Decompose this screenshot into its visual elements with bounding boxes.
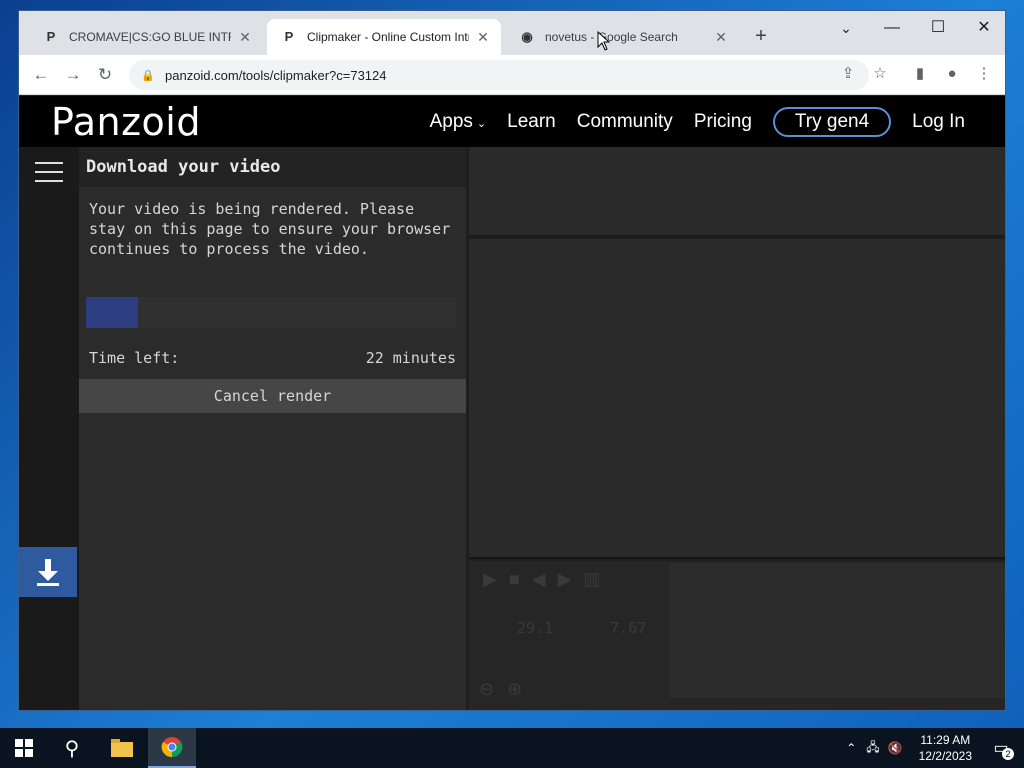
mouse-cursor-icon <box>597 31 611 51</box>
zoom-in-icon[interactable]: ⊕ <box>507 679 522 699</box>
nav-learn[interactable]: Learn <box>507 111 556 133</box>
tab-title: CROMAVE|CS:GO BLUE INTRO TI <box>69 30 231 44</box>
close-tab-icon[interactable]: ✕ <box>237 29 253 46</box>
panzoid-favicon-icon: P <box>284 29 294 44</box>
time-left-value: 22 minutes <box>365 349 456 367</box>
reload-button[interactable]: ↻ <box>93 63 117 87</box>
timeline-track[interactable] <box>669 563 1005 698</box>
download-panel: Download your video Your video is being … <box>79 147 466 710</box>
panzoid-logo[interactable]: Panzoid <box>51 100 201 144</box>
notification-count: 2 <box>1002 748 1014 760</box>
volume-icon[interactable]: ▥ <box>583 569 600 590</box>
try-gen4-button[interactable]: Try gen4 <box>772 106 892 137</box>
timeline-panel: ▶ ■ ◀ ▶ ▥ 29.1 7.67 ⊖ ⊕ <box>469 561 1005 710</box>
chevron-up-icon[interactable]: ⌃ <box>846 741 856 755</box>
total-time: 7.67 <box>610 619 647 637</box>
step-back-icon[interactable]: ◀ <box>532 569 546 590</box>
nav-pricing[interactable]: Pricing <box>694 111 752 133</box>
google-favicon-icon: ◉ <box>521 29 533 44</box>
stop-icon[interactable]: ■ <box>509 569 520 590</box>
url-text[interactable]: panzoid.com/tools/clipmaker?c=73124 <box>165 68 387 83</box>
nav-apps-label: Apps <box>429 110 473 132</box>
clipmaker-app: Download your video Your video is being … <box>19 147 1005 710</box>
tab-title: Clipmaker - Online Custom Intro <box>307 30 469 44</box>
tab-strip: P CROMAVE|CS:GO BLUE INTRO TI ✕ P Clipma… <box>19 11 1005 55</box>
windows-taskbar: ⚲ ⌃ 🖧 🔇 11:29 AM 12/2/2023 ▭ 2 <box>0 728 1024 768</box>
lock-icon[interactable]: 🔒 <box>141 69 155 82</box>
preview-header <box>469 147 1005 237</box>
render-progress-bar <box>86 297 456 328</box>
notifications-button[interactable]: ▭ 2 <box>986 734 1016 762</box>
file-explorer-icon[interactable] <box>98 728 146 768</box>
start-button[interactable] <box>0 728 48 768</box>
star-icon[interactable]: ☆ <box>869 63 891 85</box>
cancel-render-button[interactable]: Cancel render <box>79 379 466 413</box>
panzoid-favicon-icon: P <box>46 29 56 44</box>
step-forward-icon[interactable]: ▶ <box>558 569 572 590</box>
browser-window: P CROMAVE|CS:GO BLUE INTRO TI ✕ P Clipma… <box>18 10 1006 711</box>
play-icon[interactable]: ▶ <box>483 569 497 590</box>
login-link[interactable]: Log In <box>912 111 965 133</box>
close-tab-icon[interactable]: ✕ <box>475 29 491 46</box>
download-tab-button[interactable] <box>19 547 77 597</box>
download-icon <box>37 559 59 586</box>
tab-title: novetus - Google Search <box>545 30 678 44</box>
main-nav: Apps ⌄ Learn Community Pricing Try gen4 L… <box>430 96 1005 147</box>
new-tab-button[interactable]: + <box>749 25 773 49</box>
timeline-times: 29.1 7.67 <box>517 619 694 637</box>
nav-apps[interactable]: Apps ⌄ <box>430 111 487 133</box>
nav-community[interactable]: Community <box>577 111 673 133</box>
chevron-down-icon: ⌄ <box>476 117 487 130</box>
clock[interactable]: 11:29 AM 12/2/2023 <box>919 732 972 764</box>
volume-muted-icon[interactable]: 🔇 <box>888 741 903 755</box>
time-left-label: Time left: <box>89 349 180 367</box>
forward-button[interactable]: → <box>61 63 85 87</box>
hamburger-menu-icon[interactable] <box>35 162 63 182</box>
chrome-taskbar-icon[interactable] <box>148 728 196 768</box>
close-tab-icon[interactable]: ✕ <box>713 29 729 46</box>
tab-clipmaker[interactable]: P Clipmaker - Online Custom Intro ✕ <box>267 19 501 55</box>
address-bar[interactable]: 🔒 panzoid.com/tools/clipmaker?c=73124 <box>129 60 869 90</box>
panel-title: Download your video <box>79 147 466 187</box>
playback-controls: ▶ ■ ◀ ▶ ▥ <box>483 569 612 590</box>
share-icon[interactable]: ⇪ <box>837 63 859 85</box>
zoom-controls: ⊖ ⊕ <box>479 679 530 700</box>
system-tray: ⌃ 🖧 🔇 11:29 AM 12/2/2023 ▭ 2 <box>846 728 1024 768</box>
render-message: Your video is being rendered. Please sta… <box>89 200 451 258</box>
maximize-button[interactable]: ☐ <box>915 15 961 43</box>
video-preview <box>469 239 1005 559</box>
windows-logo-icon <box>15 739 33 757</box>
network-icon[interactable]: 🖧 <box>866 738 879 759</box>
menu-icon[interactable]: ⋮ <box>973 63 995 85</box>
left-rail <box>19 147 79 710</box>
minimize-button[interactable]: — <box>869 15 915 43</box>
clock-time: 11:29 AM <box>920 733 971 747</box>
profile-icon[interactable]: ● <box>941 63 963 85</box>
back-button[interactable]: ← <box>29 63 53 87</box>
site-header: Panzoid Apps ⌄ Learn Community Pricing Tr… <box>19 96 1005 147</box>
time-left-row: Time left: 22 minutes <box>89 349 456 367</box>
render-progress-fill <box>86 297 138 328</box>
browser-toolbar: ← → ↻ 🔒 panzoid.com/tools/clipmaker?c=73… <box>19 55 1005 95</box>
search-icon[interactable]: ⚲ <box>48 728 96 768</box>
tab-google-search[interactable]: ◉ novetus - Google Search ✕ <box>505 19 739 55</box>
sidepanel-icon[interactable]: ▮ <box>909 63 931 85</box>
tab-search-button[interactable]: ⌄ <box>823 15 869 43</box>
close-window-button[interactable]: ✕ <box>961 15 1005 43</box>
zoom-out-icon[interactable]: ⊖ <box>479 679 494 699</box>
current-time: 29.1 <box>517 619 554 637</box>
tab-cromave[interactable]: P CROMAVE|CS:GO BLUE INTRO TI ✕ <box>29 19 263 55</box>
clock-date: 12/2/2023 <box>918 749 972 763</box>
